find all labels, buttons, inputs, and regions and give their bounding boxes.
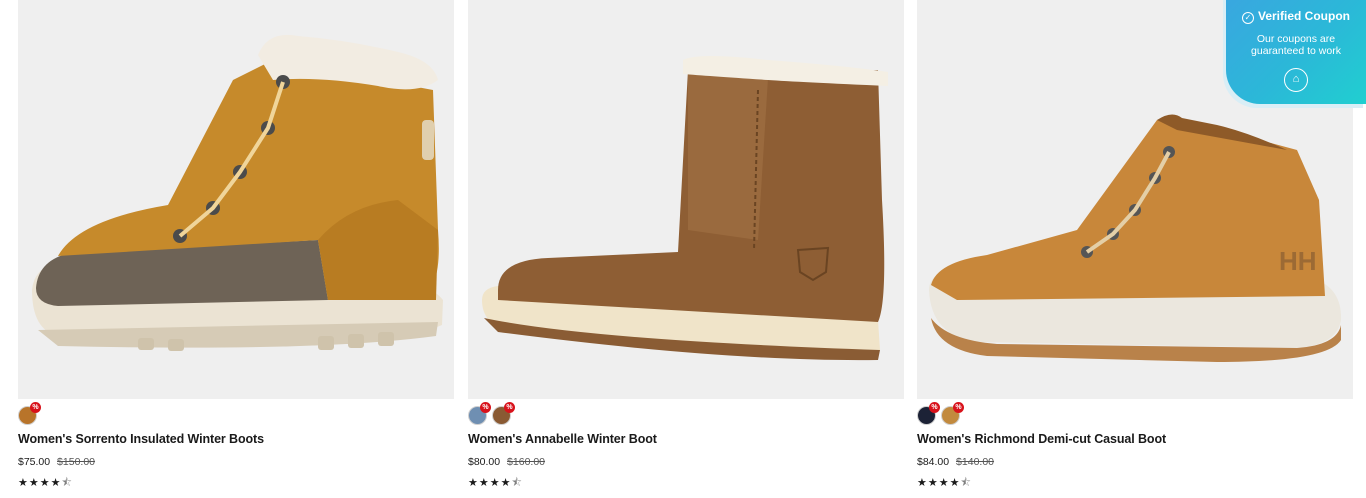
half-star-icon: ⯪ (960, 477, 972, 489)
original-price: $160.00 (507, 456, 546, 468)
product-price: $84.00 $140.00 (917, 456, 994, 468)
sale-badge-icon: % (953, 402, 964, 413)
sale-badge-icon: % (30, 402, 41, 413)
product-title[interactable]: Women's Sorrento Insulated Winter Boots (18, 432, 264, 446)
half-star-icon: ⯪ (511, 477, 523, 489)
star-icon: ★★★★ (917, 477, 961, 489)
star-icon: ★★★★ (18, 477, 62, 489)
product-image[interactable] (18, 0, 454, 399)
color-swatches: % % (917, 402, 964, 426)
product-grid: % Women's Sorrento Insulated Winter Boot… (0, 0, 1366, 498)
boot-image-annabelle (482, 56, 888, 361)
original-price: $140.00 (956, 456, 995, 468)
color-swatch[interactable]: % (468, 402, 491, 425)
rating-stars: ★★★★⯪ (18, 474, 73, 493)
verified-coupon-widget[interactable]: ✓ Verified Coupon Our coupons are guarant… (1226, 0, 1366, 104)
color-swatch[interactable]: % (18, 402, 41, 425)
rating-stars: ★★★★⯪ (917, 474, 972, 493)
sale-price: $75.00 (18, 456, 51, 468)
product-title[interactable]: Women's Annabelle Winter Boot (468, 432, 657, 446)
rating-stars: ★★★★⯪ (468, 474, 523, 493)
color-swatches: % % (468, 402, 515, 426)
color-swatch[interactable]: % (492, 402, 515, 425)
check-circle-icon: ✓ (1241, 12, 1254, 24)
product-price: $80.00 $160.00 (468, 456, 545, 468)
sale-price: $84.00 (917, 456, 950, 468)
color-swatch[interactable]: % (941, 402, 964, 425)
sale-price: $80.00 (468, 456, 501, 468)
svg-text:HH: HH (1279, 246, 1317, 276)
product-card[interactable]: % % Women's Annabelle Winter Boot $80.00… (468, 0, 904, 498)
tag-icon[interactable]: ⌂ (1284, 68, 1308, 92)
color-swatch[interactable]: % (917, 402, 940, 425)
half-star-icon: ⯪ (61, 477, 73, 489)
boot-image-sorrento (32, 34, 443, 351)
product-title[interactable]: Women's Richmond Demi-cut Casual Boot (917, 432, 1166, 446)
sale-badge-icon: % (480, 402, 491, 413)
coupon-title-text: Verified Coupon (1257, 9, 1350, 23)
coupon-title: ✓ Verified Coupon (1226, 9, 1366, 24)
sale-badge-icon: % (504, 402, 515, 413)
product-price: $75.00 $150.00 (18, 456, 95, 468)
product-card[interactable]: % Women's Sorrento Insulated Winter Boot… (18, 0, 454, 498)
star-icon: ★★★★ (468, 477, 512, 489)
product-image[interactable] (468, 0, 904, 399)
coupon-subtitle: Our coupons are guaranteed to work (1251, 33, 1341, 57)
sale-badge-icon: % (929, 402, 940, 413)
color-swatches: % (18, 402, 41, 426)
original-price: $150.00 (57, 456, 96, 468)
